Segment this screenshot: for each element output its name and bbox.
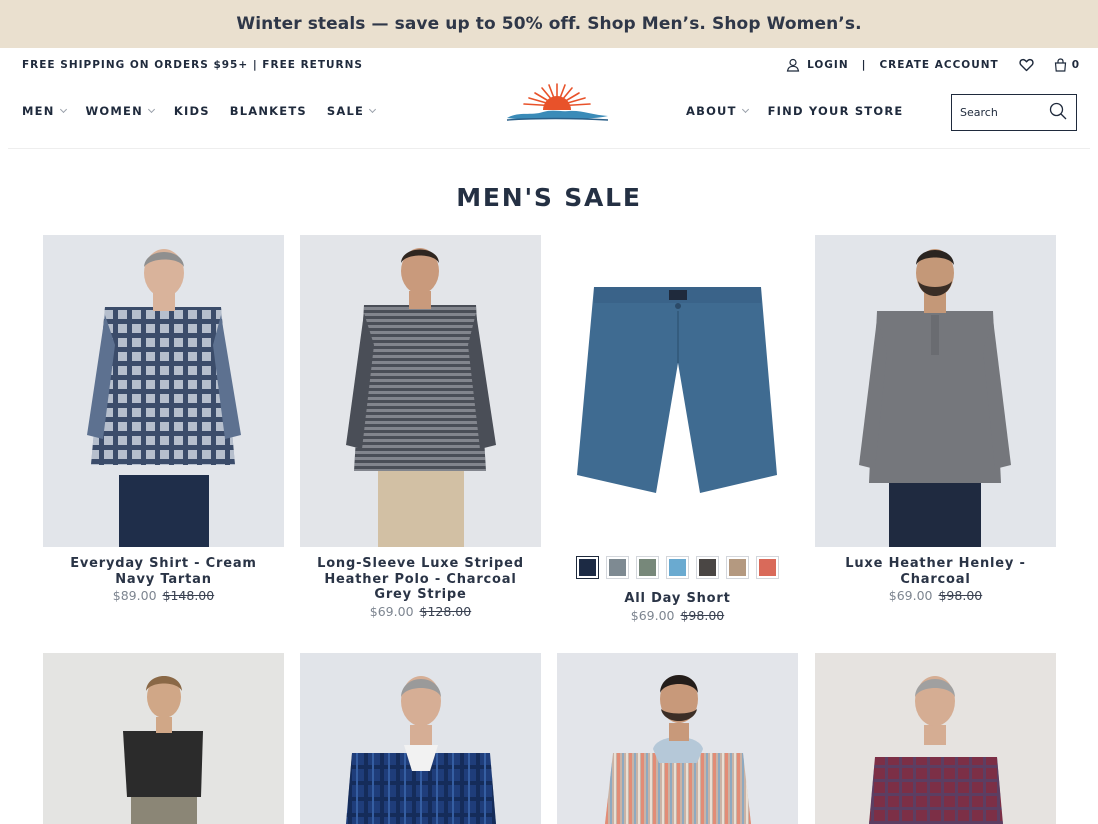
product-card[interactable] — [815, 653, 1056, 824]
promo-banner[interactable]: Winter steals — save up to 50% off. Shop… — [0, 0, 1098, 48]
color-swatch[interactable] — [636, 556, 659, 579]
nav-item-men[interactable]: MEN — [22, 104, 67, 118]
cart-count[interactable]: 0 — [1072, 59, 1080, 71]
page-title: MEN'S SALE — [456, 183, 642, 212]
product-name[interactable]: All Day Short — [557, 591, 798, 607]
compare-price: $98.00 — [680, 607, 725, 623]
search-input[interactable] — [960, 106, 1044, 119]
nav-label: ABOUT — [686, 104, 737, 118]
promo-banner-text[interactable]: Winter steals — save up to 50% off. Shop… — [236, 14, 861, 34]
product-price: $69.00 $128.00 — [300, 604, 541, 619]
login-link[interactable]: LOGIN — [807, 59, 849, 71]
product-image[interactable] — [300, 235, 541, 547]
product-name[interactable]: Luxe Heather Henley - Charcoal — [815, 556, 1056, 587]
nav-item-sale[interactable]: SALE — [326, 104, 377, 118]
product-card[interactable]: All Day Short $69.00 $98.00 — [557, 235, 798, 623]
product-image[interactable] — [300, 653, 541, 824]
nav-label: SALE — [326, 104, 365, 118]
sale-price: $69.00 — [369, 603, 414, 619]
nav-label: BLANKETS — [229, 104, 307, 118]
product-card[interactable] — [43, 653, 284, 824]
brand-logo[interactable] — [505, 82, 610, 122]
nav-label: KIDS — [173, 104, 210, 118]
heart-icon[interactable] — [1019, 58, 1034, 72]
color-swatch[interactable] — [756, 556, 779, 579]
product-card[interactable]: Everyday Shirt - Cream Navy Tartan $89.0… — [43, 235, 284, 603]
search-box[interactable] — [951, 94, 1077, 131]
color-swatches — [557, 556, 798, 579]
product-card[interactable]: Long-Sleeve Luxe Striped Heather Polo - … — [300, 235, 541, 619]
color-swatch[interactable] — [666, 556, 689, 579]
color-swatch[interactable] — [606, 556, 629, 579]
product-price: $69.00 $98.00 — [557, 608, 798, 623]
chevron-down-icon — [147, 105, 155, 114]
nav-label: MEN — [22, 104, 55, 118]
product-card[interactable]: Luxe Heather Henley - Charcoal $69.00 $9… — [815, 235, 1056, 603]
product-card[interactable] — [300, 653, 541, 824]
search-icon[interactable] — [1049, 102, 1067, 124]
shipping-notice: FREE SHIPPING ON ORDERS $95+ | FREE RETU… — [22, 59, 363, 71]
sale-price: $89.00 — [112, 588, 157, 603]
sale-price: $69.00 — [888, 588, 933, 603]
nav-label: WOMEN — [85, 104, 143, 118]
product-image[interactable] — [557, 235, 798, 547]
swatch-color — [609, 559, 626, 576]
product-image[interactable] — [43, 653, 284, 824]
nav-item-about[interactable]: ABOUT — [686, 104, 749, 118]
chevron-down-icon — [741, 105, 749, 114]
account-bar: LOGIN | CREATE ACCOUNT 0 — [786, 55, 1080, 75]
nav-item-women[interactable]: WOMEN — [85, 104, 155, 118]
swatch-color — [579, 559, 596, 576]
nav-item-kids[interactable]: KIDS — [174, 104, 210, 118]
user-icon[interactable] — [786, 58, 800, 72]
main-nav-left: MEN WOMEN KIDS BLANKETS SALE — [22, 104, 395, 118]
product-image[interactable] — [815, 235, 1056, 547]
swatch-color — [759, 559, 776, 576]
swatch-color — [669, 559, 686, 576]
color-swatch[interactable] — [576, 556, 599, 579]
nav-item-blankets[interactable]: BLANKETS — [230, 104, 307, 118]
product-name[interactable]: Long-Sleeve Luxe Striped Heather Polo - … — [300, 556, 541, 603]
color-swatch[interactable] — [696, 556, 719, 579]
chevron-down-icon — [59, 105, 67, 114]
account-separator: | — [861, 59, 867, 71]
compare-price: $98.00 — [938, 588, 983, 603]
chevron-down-icon — [369, 105, 377, 114]
color-swatch[interactable] — [726, 556, 749, 579]
swatch-color — [639, 559, 656, 576]
bag-icon[interactable] — [1054, 58, 1067, 72]
product-image[interactable] — [43, 235, 284, 547]
nav-item-find-your-store[interactable]: FIND YOUR STORE — [768, 104, 904, 118]
sale-price: $69.00 — [630, 607, 675, 623]
header-divider — [8, 148, 1090, 149]
compare-price: $148.00 — [162, 588, 215, 603]
product-card[interactable] — [557, 653, 798, 824]
product-image[interactable] — [815, 653, 1056, 824]
product-image[interactable] — [557, 653, 798, 824]
nav-label: FIND YOUR STORE — [767, 104, 904, 118]
create-account-link[interactable]: CREATE ACCOUNT — [879, 59, 998, 71]
main-nav-right: ABOUT FIND YOUR STORE — [686, 104, 923, 118]
product-name[interactable]: Everyday Shirt - Cream Navy Tartan — [43, 556, 284, 587]
compare-price: $128.00 — [419, 603, 472, 619]
product-price: $89.00 $148.00 — [43, 588, 284, 603]
swatch-color — [699, 559, 716, 576]
swatch-color — [729, 559, 746, 576]
product-price: $69.00 $98.00 — [815, 588, 1056, 603]
